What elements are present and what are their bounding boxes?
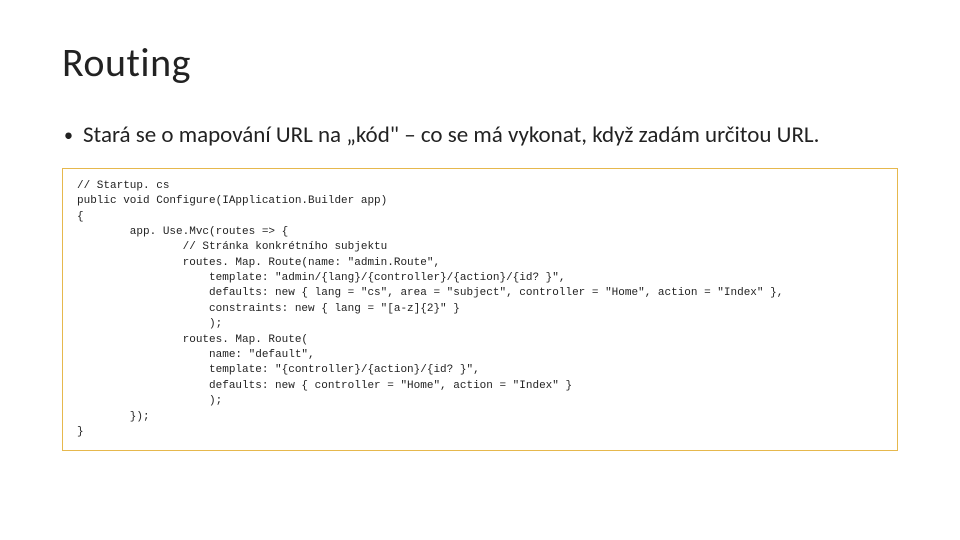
- bullet-dot-icon: •: [62, 121, 73, 149]
- code-block: // Startup. cs public void Configure(IAp…: [62, 168, 898, 452]
- list-item: • Stará se o mapování URL na „kód" – co …: [62, 121, 898, 150]
- bullet-text: Stará se o mapování URL na „kód" – co se…: [83, 121, 898, 150]
- slide: Routing • Stará se o mapování URL na „kó…: [0, 0, 960, 475]
- page-title: Routing: [62, 38, 898, 87]
- bullet-list: • Stará se o mapování URL na „kód" – co …: [62, 121, 898, 150]
